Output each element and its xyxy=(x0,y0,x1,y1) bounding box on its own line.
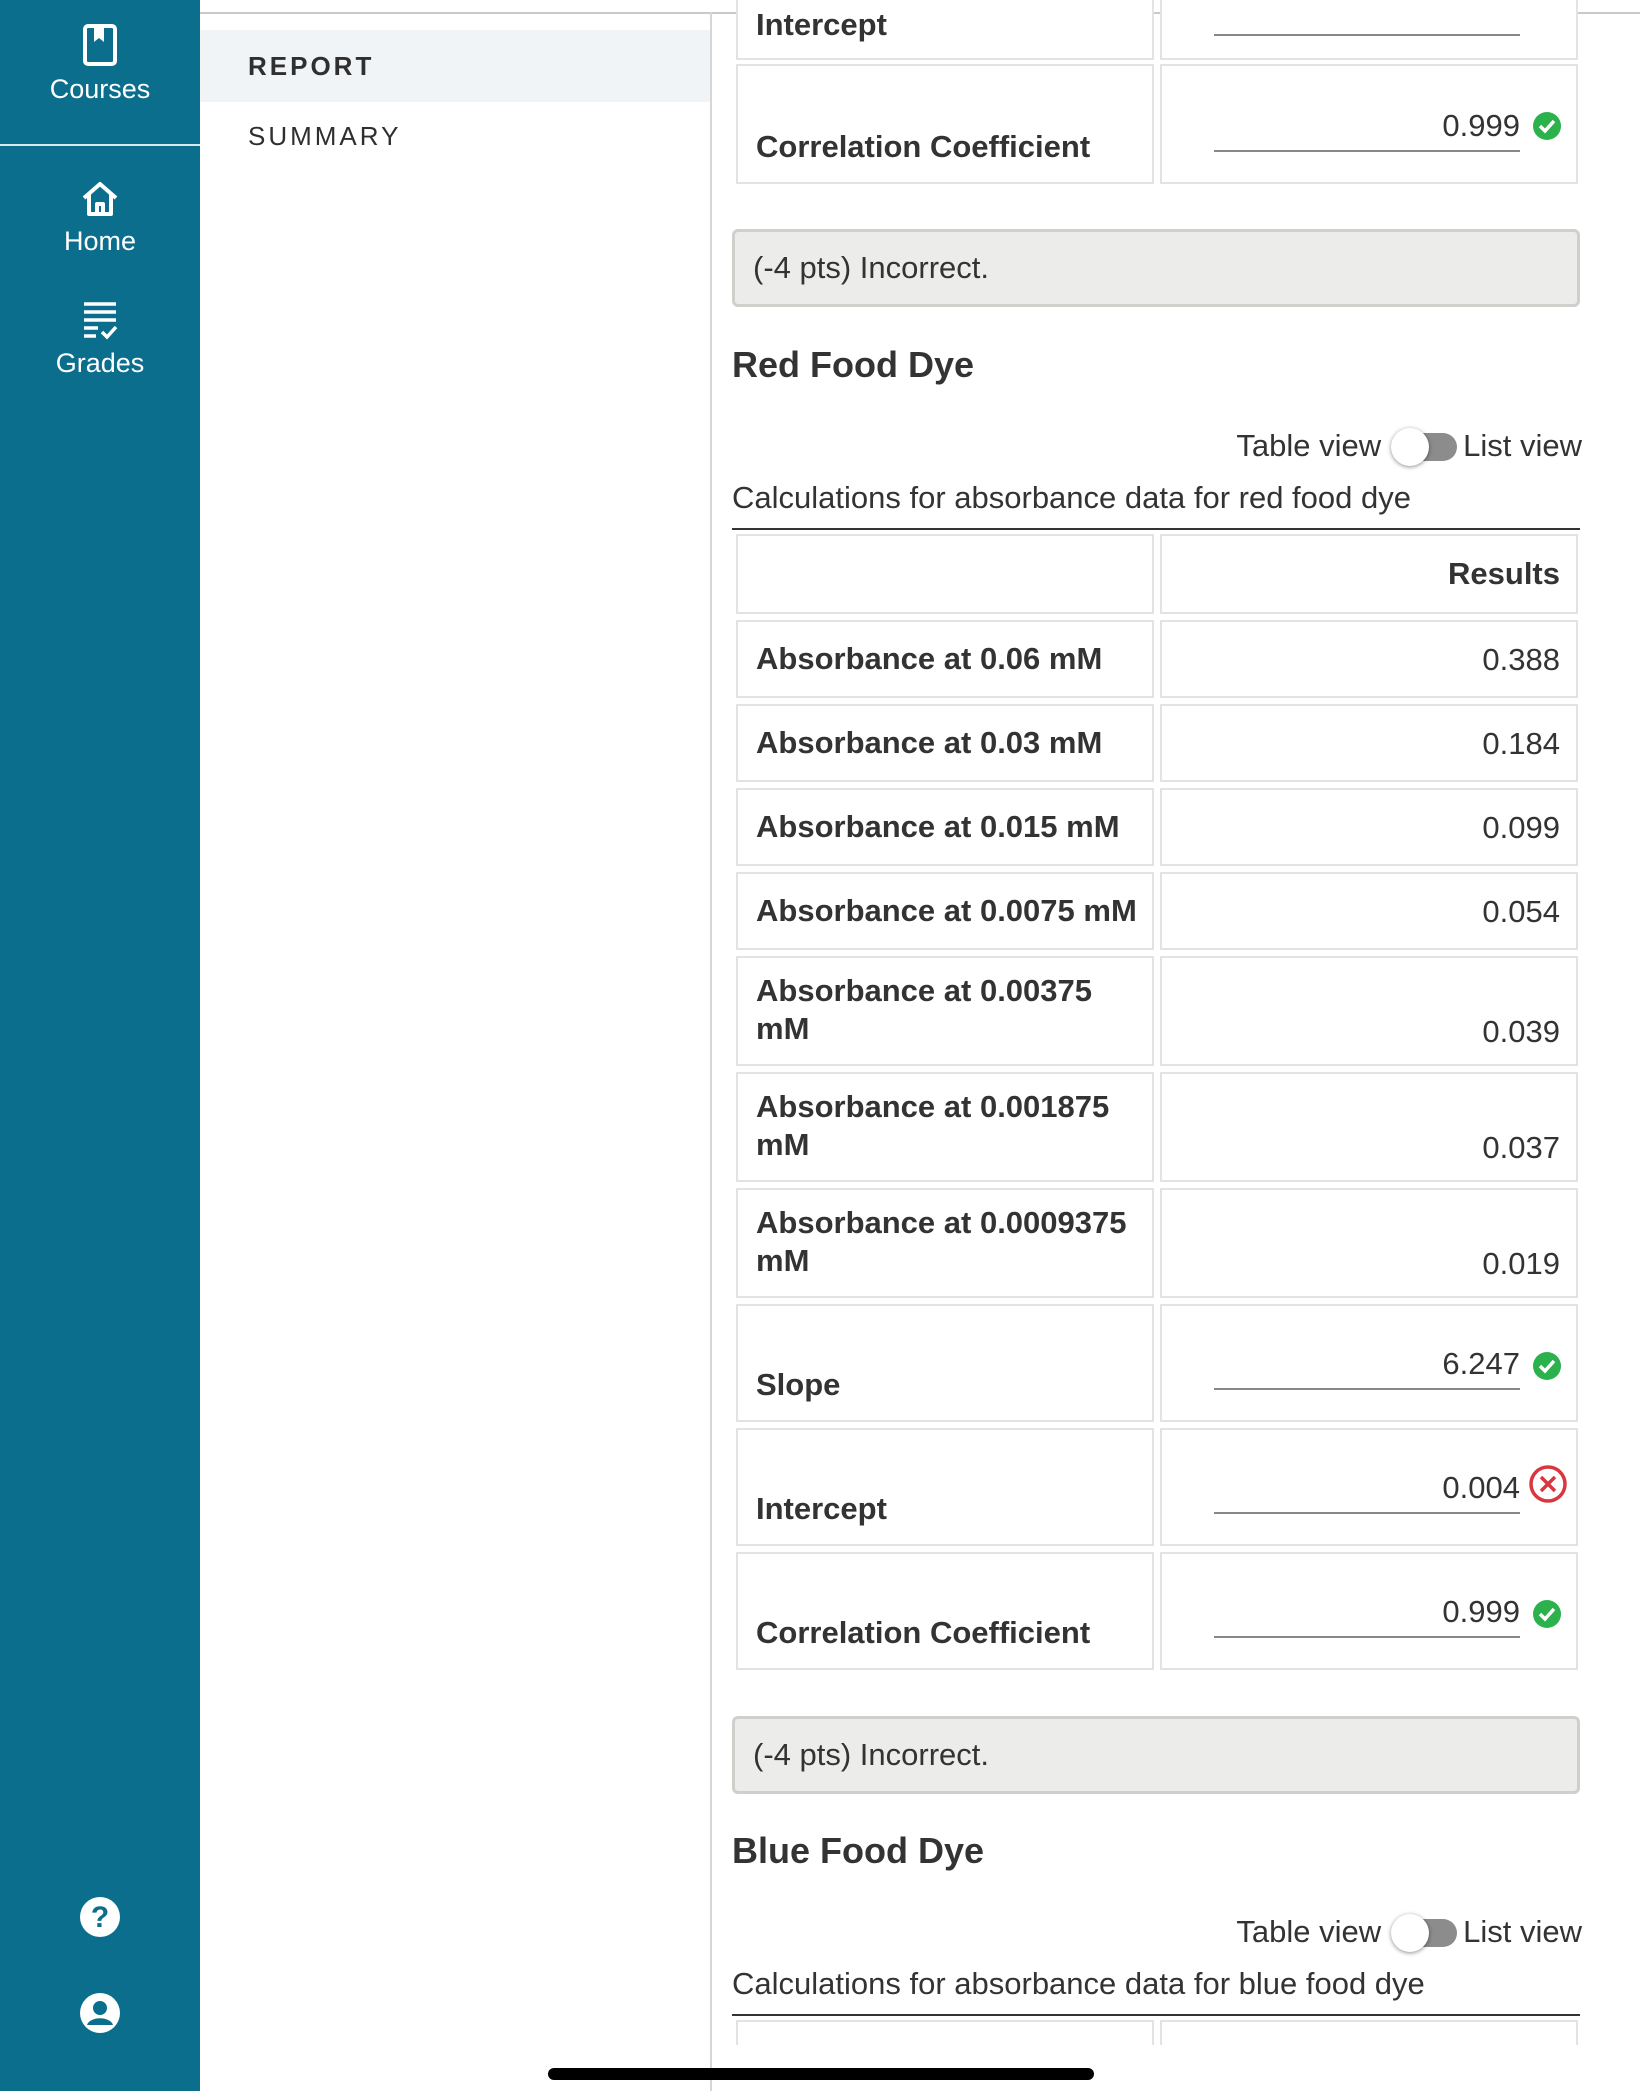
table-row: Absorbance at 0.03 mM 0.184 xyxy=(736,704,1578,782)
intercept-value: 0.004 xyxy=(1442,1470,1520,1505)
account-button[interactable] xyxy=(0,1992,200,2034)
absorbance-label: Absorbance at 0.0075 mM xyxy=(756,893,1137,928)
absorbance-label: Absorbance at 0.06 mM xyxy=(756,641,1103,676)
nav-courses[interactable]: Courses xyxy=(0,24,200,105)
correlation-value: 0.999 xyxy=(1442,1594,1520,1629)
account-circle-icon xyxy=(79,1992,121,2034)
check-circle-icon xyxy=(1533,1352,1561,1380)
absorbance-label: Absorbance at 0.015 mM xyxy=(756,809,1120,844)
red-feedback-box: (-4 pts) Incorrect. xyxy=(732,1716,1580,1794)
results-header: Results xyxy=(1448,556,1560,591)
absorbance-value: 0.039 xyxy=(1482,1014,1560,1049)
table-row-prev-correlation: Correlation Coefficient 0.999 xyxy=(736,64,1578,184)
table-row-slope: Slope 6.247 xyxy=(736,1304,1578,1422)
absorbance-label: Absorbance at 0.001875 mM xyxy=(756,1089,1110,1162)
table-row: Absorbance at 0.015 mM 0.099 xyxy=(736,788,1578,866)
correlation-input[interactable]: 0.999 xyxy=(1214,1592,1520,1638)
absorbance-value: 0.388 xyxy=(1482,642,1560,677)
absorbance-label: Absorbance at 0.03 mM xyxy=(756,725,1103,760)
report-content: Intercept Correlation Coefficient 0.999 … xyxy=(732,0,1582,2045)
slope-value: 6.247 xyxy=(1442,1346,1520,1381)
blue-section-title: Blue Food Dye xyxy=(732,1830,985,1871)
error-circle-icon xyxy=(1529,1465,1567,1503)
prev-intercept-input[interactable] xyxy=(1214,0,1520,36)
prev-correlation-input[interactable]: 0.999 xyxy=(1214,106,1520,152)
red-view-toggle-row: Table view List view xyxy=(734,426,1582,466)
absorbance-value: 0.184 xyxy=(1482,726,1560,761)
prev-feedback-box: (-4 pts) Incorrect. xyxy=(732,229,1580,307)
help-circle-icon: ? xyxy=(79,1896,121,1938)
absorbance-label: Absorbance at 0.0009375 mM xyxy=(756,1205,1127,1278)
grades-list-icon xyxy=(82,300,118,340)
table-row: Absorbance at 0.06 mM 0.388 xyxy=(736,620,1578,698)
intercept-label: Intercept xyxy=(756,1491,887,1526)
book-icon xyxy=(83,24,117,66)
red-view-toggle[interactable] xyxy=(1391,428,1458,466)
blue-view-toggle[interactable] xyxy=(1391,1914,1458,1952)
blue-table-header xyxy=(736,2020,1578,2045)
sidebar-divider xyxy=(0,144,200,146)
nav-grades-label: Grades xyxy=(55,348,145,378)
prev-intercept-label: Intercept xyxy=(756,7,887,42)
table-row: Absorbance at 0.001875 mM 0.037 xyxy=(736,1072,1578,1182)
slope-input[interactable]: 6.247 xyxy=(1214,1344,1520,1390)
subnav-summary[interactable]: SUMMARY xyxy=(200,100,710,172)
nav-courses-label: Courses xyxy=(49,74,151,104)
blue-list-view-label: List view xyxy=(1463,1914,1582,1949)
blue-table-view-label: Table view xyxy=(1236,1914,1382,1949)
red-table-caption: Calculations for absorbance data for red… xyxy=(732,480,1580,530)
absorbance-value: 0.054 xyxy=(1482,894,1560,929)
absorbance-label: Absorbance at 0.00375 mM xyxy=(756,973,1093,1046)
nav-grades[interactable]: Grades xyxy=(0,300,200,379)
table-row-prev-intercept: Intercept xyxy=(736,0,1578,60)
intercept-input[interactable]: 0.004 xyxy=(1214,1468,1520,1514)
subnav-report[interactable]: REPORT xyxy=(200,30,710,102)
home-icon xyxy=(79,180,121,218)
table-row: Absorbance at 0.0009375 mM 0.019 xyxy=(736,1188,1578,1298)
red-list-view-label: List view xyxy=(1463,428,1582,463)
home-indicator xyxy=(548,2068,1094,2080)
sidebar: Courses Home Grades ? xyxy=(0,0,200,2091)
table-row: Absorbance at 0.0075 mM 0.054 xyxy=(736,872,1578,950)
svg-text:?: ? xyxy=(91,1901,109,1934)
blue-table-caption: Calculations for absorbance data for blu… xyxy=(732,1966,1580,2016)
absorbance-value: 0.037 xyxy=(1482,1130,1560,1165)
prev-correlation-value: 0.999 xyxy=(1442,108,1520,143)
report-subnav: REPORT SUMMARY xyxy=(200,0,710,2091)
help-button[interactable]: ? xyxy=(0,1896,200,1938)
nav-home-label: Home xyxy=(63,226,137,256)
check-circle-icon xyxy=(1533,112,1561,140)
slope-label: Slope xyxy=(756,1367,841,1402)
red-table-view-label: Table view xyxy=(1236,428,1382,463)
prev-correlation-label: Correlation Coefficient xyxy=(756,129,1091,164)
table-row-correlation: Correlation Coefficient 0.999 xyxy=(736,1552,1578,1670)
table-row-intercept: Intercept 0.004 xyxy=(736,1428,1578,1546)
blue-view-toggle-row: Table view List view xyxy=(734,1912,1582,1952)
check-circle-icon xyxy=(1533,1600,1561,1628)
table-row: Absorbance at 0.00375 mM 0.039 xyxy=(736,956,1578,1066)
red-table-header: Results xyxy=(736,534,1578,614)
absorbance-value: 0.099 xyxy=(1482,810,1560,845)
correlation-label: Correlation Coefficient xyxy=(756,1615,1091,1650)
panel-divider xyxy=(710,12,712,2091)
absorbance-value: 0.019 xyxy=(1482,1246,1560,1281)
nav-home[interactable]: Home xyxy=(0,180,200,257)
red-section-title: Red Food Dye xyxy=(732,344,975,385)
